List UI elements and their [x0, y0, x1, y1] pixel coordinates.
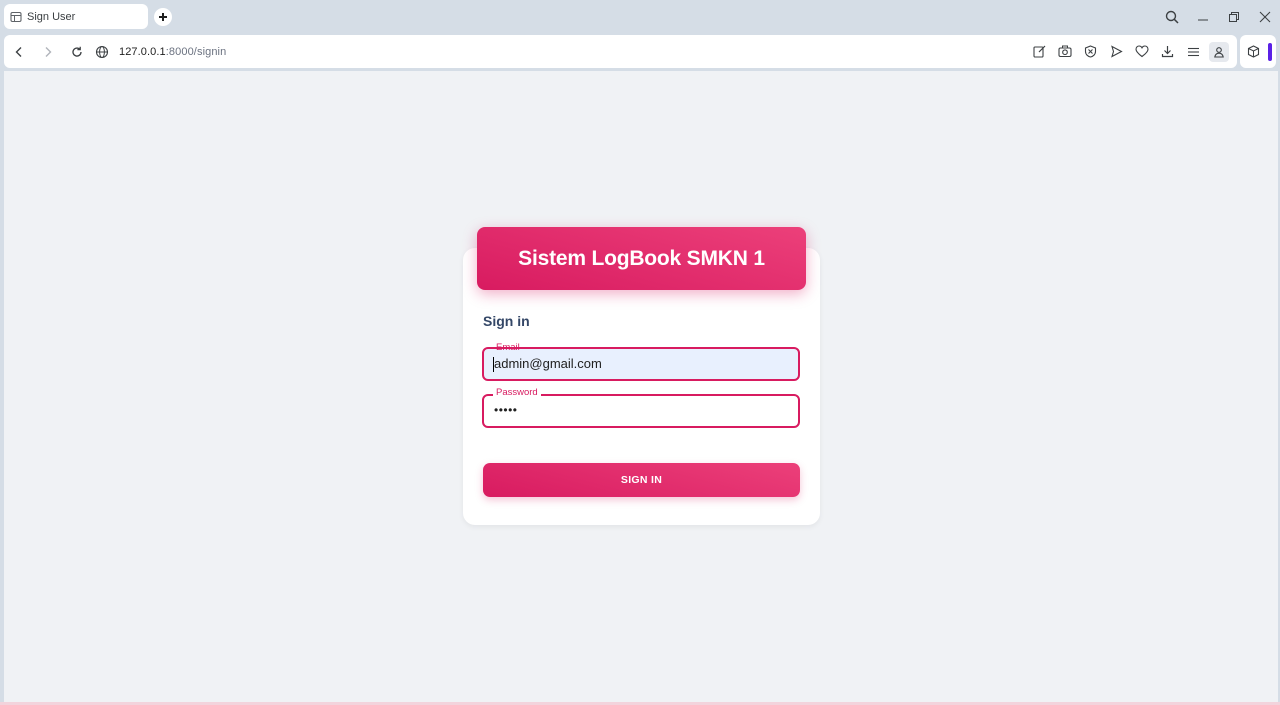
side-panel-accent	[1268, 43, 1272, 61]
address-bar[interactable]: 127.0.0.1:8000/signin	[95, 35, 226, 68]
password-field[interactable]: Password •••••	[482, 387, 800, 428]
restore-button[interactable]	[1218, 0, 1249, 34]
tab-title: Sign User	[27, 10, 76, 23]
downloads-button[interactable]	[1155, 35, 1181, 68]
new-tab-button[interactable]	[154, 8, 172, 26]
screenshot-button[interactable]	[1052, 35, 1078, 68]
minimize-button[interactable]	[1187, 0, 1218, 34]
email-field[interactable]: Email admin@gmail.com	[482, 342, 800, 381]
favorites-button[interactable]	[1129, 35, 1155, 68]
globe-icon	[95, 45, 109, 58]
profile-icon	[1214, 46, 1224, 58]
browser-search-button[interactable]	[1156, 0, 1187, 34]
browser-toolbar: 127.0.0.1:8000/signin	[4, 35, 1237, 68]
send-icon	[1111, 45, 1123, 58]
signin-heading: Sign in	[483, 313, 530, 329]
plus-icon	[159, 13, 167, 21]
cube-icon	[1247, 45, 1259, 58]
restore-icon	[1228, 12, 1239, 22]
menu-button[interactable]	[1180, 35, 1206, 68]
minimize-icon	[1197, 19, 1208, 21]
card-header: Sistem LogBook SMKN 1	[477, 227, 806, 290]
forward-button[interactable]	[33, 35, 62, 68]
profile-button[interactable]	[1209, 41, 1229, 62]
camera-icon	[1058, 45, 1072, 58]
toolbar-actions	[1027, 35, 1229, 68]
back-icon	[15, 46, 21, 57]
page-title: Sistem LogBook SMKN 1	[518, 246, 765, 270]
page-viewport: Sistem LogBook SMKN 1 Sign in Email admi…	[4, 71, 1278, 702]
forward-icon	[45, 46, 51, 57]
window-controls	[1156, 0, 1280, 34]
adblock-button[interactable]	[1078, 35, 1104, 68]
search-icon	[1165, 10, 1179, 24]
side-panel-button[interactable]	[1245, 44, 1261, 60]
url-text: 127.0.0.1:8000/signin	[119, 46, 226, 58]
reload-button[interactable]	[62, 35, 91, 68]
back-button[interactable]	[4, 35, 33, 68]
reload-icon	[71, 46, 82, 57]
tab-strip: Sign User	[0, 0, 1280, 34]
text-caret	[493, 357, 494, 372]
send-button[interactable]	[1104, 35, 1130, 68]
url-host: 127.0.0.1	[119, 45, 166, 58]
site-icon	[10, 11, 22, 22]
password-value: •••••	[494, 403, 518, 417]
email-value: admin@gmail.com	[494, 356, 602, 371]
menu-icon	[1187, 47, 1199, 56]
signin-button[interactable]: SIGN IN	[483, 463, 800, 497]
close-button[interactable]	[1249, 0, 1280, 34]
url-path: :8000/signin	[165, 45, 227, 58]
side-panel	[1240, 35, 1276, 68]
edit-icon	[1033, 45, 1046, 58]
edit-button[interactable]	[1027, 35, 1053, 68]
download-icon	[1162, 46, 1174, 58]
close-icon	[1259, 11, 1270, 23]
heart-icon	[1135, 45, 1149, 58]
shield-icon	[1085, 45, 1097, 58]
tab-sign-user[interactable]: Sign User	[4, 4, 148, 29]
